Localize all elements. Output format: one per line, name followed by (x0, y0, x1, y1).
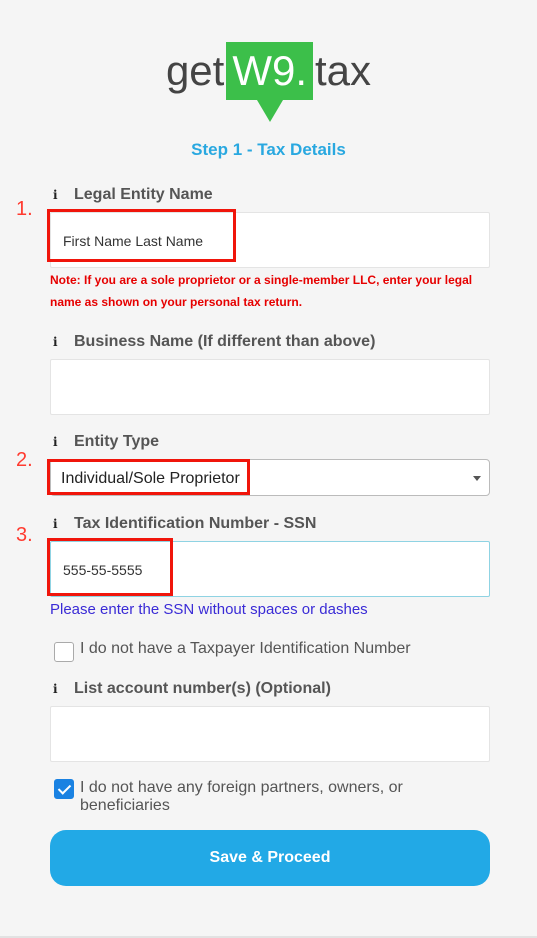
info-icon[interactable]: i (53, 188, 61, 202)
entity-type-label: i Entity Type (53, 433, 160, 450)
chevron-down-icon (473, 476, 481, 481)
info-icon[interactable]: i (53, 682, 61, 696)
save-proceed-button[interactable]: Save & Proceed (50, 830, 490, 886)
highlight-box (47, 459, 250, 495)
step-title: Step 1 - Tax Details (191, 140, 346, 159)
legal-entity-name-label: i Legal Entity Name (53, 186, 213, 203)
no-tin-checkbox[interactable] (54, 642, 74, 662)
legal-name-note: Note: If you are a sole proprietor or a … (50, 273, 473, 309)
logo-w9-box: W9. (226, 42, 314, 100)
account-numbers-input[interactable] (50, 706, 490, 762)
logo-get: get (165, 47, 225, 94)
annotation-number-3: 3. (16, 524, 33, 546)
highlight-box (47, 209, 236, 262)
business-name-label: i Business Name (If different than above… (53, 333, 376, 350)
no-tin-label[interactable]: I do not have a Taxpayer Identification … (80, 640, 411, 658)
logo-tax: tax (315, 47, 372, 94)
info-icon[interactable]: i (53, 435, 61, 449)
info-icon[interactable]: i (53, 517, 61, 531)
tin-hint: Please enter the SSN without spaces or d… (50, 601, 368, 618)
no-foreign-checkbox[interactable] (54, 779, 74, 799)
no-foreign-row: I do not have any foreign partners, owne… (54, 777, 454, 815)
info-icon[interactable]: i (53, 335, 61, 349)
annotation-number-2: 2. (16, 449, 33, 471)
tin-label: i Tax Identification Number - SSN (53, 515, 317, 532)
no-foreign-label[interactable]: I do not have any foreign partners, owne… (80, 779, 454, 815)
annotation-number-1: 1. (16, 198, 33, 220)
no-tin-row: I do not have a Taxpayer Identification … (54, 640, 411, 662)
account-numbers-label: i List account number(s) (Optional) (53, 680, 331, 697)
highlight-box (47, 538, 173, 596)
business-name-input[interactable] (50, 359, 490, 415)
logo: get W9. tax (0, 42, 537, 100)
